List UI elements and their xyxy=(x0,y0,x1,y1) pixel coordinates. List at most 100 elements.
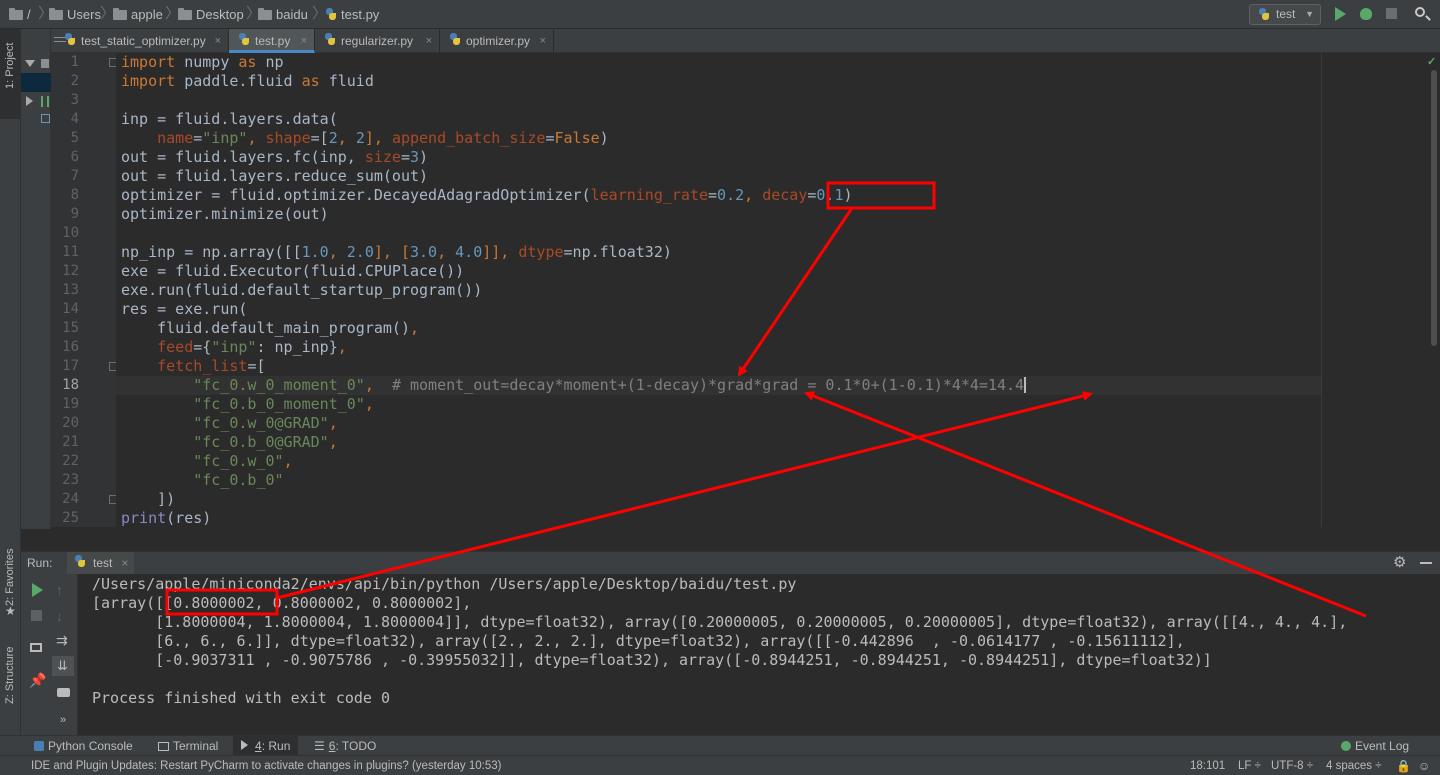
soft-wrap-icon[interactable]: ⇉ xyxy=(56,632,72,648)
line-number: 22 xyxy=(62,453,79,469)
line-number: 12 xyxy=(62,263,79,279)
breadcrumb-apple[interactable]: apple xyxy=(113,0,163,29)
line-number: 8 xyxy=(70,187,79,203)
gear-icon[interactable]: ⚙ xyxy=(1393,555,1406,570)
run-console-output[interactable]: /Users/apple/miniconda2/envs/api/bin/pyt… xyxy=(78,574,1440,735)
indent-selector[interactable]: 4 spaces ÷ xyxy=(1326,756,1382,775)
structure-tool-tab[interactable]: Z: Structure xyxy=(0,634,21,709)
close-icon[interactable]: × xyxy=(540,29,546,53)
python-file-icon xyxy=(449,33,461,46)
up-arrow-icon[interactable]: ↑ xyxy=(56,582,72,598)
run-tab-test[interactable]: test × xyxy=(67,552,135,574)
inspection-ok-icon: ✓ xyxy=(1427,56,1437,68)
bug-icon xyxy=(1360,8,1372,20)
run-configuration-dropdown[interactable]: test ▼ xyxy=(1249,4,1321,25)
tab-test-py[interactable]: test.py × xyxy=(229,29,315,53)
run-button[interactable] xyxy=(1331,5,1349,23)
close-icon[interactable]: × xyxy=(121,552,128,574)
tab-test-static-optimizer[interactable]: test_static_optimizer.py × xyxy=(55,29,229,53)
code-line-13: exe.run(fluid.default_startup_program()) xyxy=(121,281,483,299)
folder-icon xyxy=(258,8,272,20)
down-arrow-icon[interactable]: ↓ xyxy=(56,608,72,624)
rerun-button[interactable] xyxy=(29,582,45,598)
line-number: 2 xyxy=(70,73,79,89)
tab-terminal[interactable]: Terminal xyxy=(158,736,218,756)
code-line-12: exe = fluid.Executor(fluid.CPUPlace()) xyxy=(121,262,465,280)
debug-button[interactable] xyxy=(1357,5,1375,23)
tab-regularizer[interactable]: regularizer.py × xyxy=(315,29,440,53)
run-panel-header: Run: test × ⚙ xyxy=(21,551,1440,574)
inspector-icon[interactable]: ☺ xyxy=(1418,756,1430,775)
close-icon[interactable]: × xyxy=(301,29,307,53)
tab-event-log[interactable]: Event Log xyxy=(1341,736,1409,756)
encoding-selector[interactable]: UTF-8 ÷ xyxy=(1271,756,1313,775)
console-line: /Users/apple/miniconda2/envs/api/bin/pyt… xyxy=(92,575,797,593)
breadcrumb-file[interactable]: test.py xyxy=(325,0,379,29)
pin-icon[interactable]: 📌 xyxy=(29,672,46,688)
stop-icon xyxy=(31,610,42,621)
line-separator-selector[interactable]: LF ÷ xyxy=(1238,756,1261,775)
minimize-icon[interactable] xyxy=(1420,562,1432,564)
console-line: [-0.9037311 , -0.9075786 , -0.39955032]]… xyxy=(92,651,1212,669)
breadcrumb-baidu[interactable]: baidu xyxy=(258,0,308,29)
scrollbar-thumb[interactable] xyxy=(1431,70,1437,346)
more-actions-icon[interactable]: » xyxy=(60,714,76,730)
scroll-to-end-icon: ⇊ xyxy=(57,658,68,673)
search-everywhere-button[interactable] xyxy=(1413,5,1431,23)
tree-row[interactable] xyxy=(21,54,51,73)
code-line-19: "fc_0.b_0_moment_0", xyxy=(193,395,374,413)
code-editor[interactable]: import numpy as np import paddle.fluid a… xyxy=(116,53,1440,527)
line-number: 16 xyxy=(62,339,79,355)
event-log-icon xyxy=(1341,741,1351,751)
line-number: 13 xyxy=(62,282,79,298)
tree-row-selected[interactable] xyxy=(21,73,51,92)
caret-position[interactable]: 18:101 xyxy=(1190,756,1225,775)
code-line-2: import paddle.fluid as fluid xyxy=(121,72,374,90)
close-icon[interactable]: × xyxy=(215,29,221,53)
layout-button[interactable] xyxy=(29,640,45,656)
code-line-23: "fc_0.b_0" xyxy=(193,471,284,489)
tab-todo[interactable]: ☰ 6: TODO xyxy=(314,736,376,756)
expand-icon xyxy=(25,60,35,67)
search-icon xyxy=(1415,7,1425,17)
left-tool-strip: 1: Project 2: Favorites ★ Z: Structure xyxy=(0,29,21,735)
close-icon[interactable]: × xyxy=(426,29,432,53)
status-message[interactable]: IDE and Plugin Updates: Restart PyCharm … xyxy=(31,756,501,775)
tab-optimizer[interactable]: optimizer.py × xyxy=(440,29,554,53)
code-line-25: print(res) xyxy=(121,509,212,527)
play-icon xyxy=(1335,7,1346,21)
breadcrumb-desktop[interactable]: Desktop xyxy=(178,0,244,29)
folder-icon xyxy=(113,8,127,20)
console-line: [6., 6., 6.]], dtype=float32), array([2.… xyxy=(92,632,1185,650)
line-number-gutter[interactable]: 1 2 3 4 5 6 7 8 9 10 11 12 13 14 15 16 1… xyxy=(51,53,139,527)
project-panel xyxy=(21,29,51,529)
console-line: [array([[0.8000002, 0.8000002, 0.8000002… xyxy=(92,594,472,612)
status-bar: IDE and Plugin Updates: Restart PyCharm … xyxy=(0,755,1440,775)
breadcrumb-users[interactable]: Users xyxy=(49,0,101,29)
stop-icon xyxy=(1386,8,1397,19)
layout-icon xyxy=(30,643,42,652)
chevron-down-icon: ▼ xyxy=(1305,9,1314,19)
print-button[interactable] xyxy=(56,684,72,700)
project-tool-tab[interactable]: 1: Project xyxy=(0,29,21,119)
line-number: 3 xyxy=(70,92,79,108)
scratch-icon xyxy=(41,114,50,123)
line-number: 25 xyxy=(62,510,79,526)
tab-run[interactable]: 4: Run xyxy=(233,736,299,756)
python-file-icon xyxy=(238,33,250,46)
lock-icon[interactable]: 🔒 xyxy=(1396,756,1411,775)
text-caret xyxy=(1024,377,1027,393)
breadcrumb-root[interactable]: / xyxy=(9,0,31,29)
line-number: 21 xyxy=(62,434,79,450)
tree-row[interactable] xyxy=(21,111,51,130)
scroll-to-end-button[interactable]: ⇊ xyxy=(52,656,74,676)
python-file-icon xyxy=(1258,8,1270,21)
tab-python-console[interactable]: Python Console xyxy=(34,736,133,756)
tree-row[interactable] xyxy=(21,92,51,111)
code-line-22: "fc_0.w_0", xyxy=(193,452,293,470)
line-number: 7 xyxy=(70,168,79,184)
code-line-1: import numpy as np xyxy=(121,53,284,71)
stop-run-button[interactable] xyxy=(29,608,45,624)
stop-button[interactable] xyxy=(1383,5,1401,23)
navigation-bar: / 〉 Users 〉 apple 〉 Desktop 〉 baidu 〉 te… xyxy=(0,0,1440,29)
